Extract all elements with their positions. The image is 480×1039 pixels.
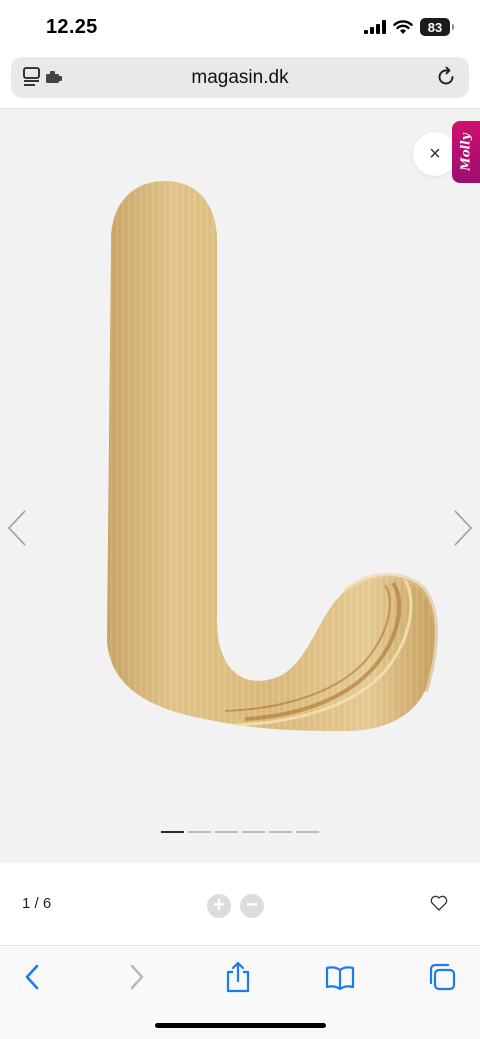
product-gallery[interactable]: × Molly bbox=[0, 108, 480, 863]
address-bar[interactable]: magasin.dk bbox=[11, 57, 469, 98]
forward-icon[interactable] bbox=[127, 961, 147, 993]
url-text[interactable]: magasin.dk bbox=[11, 67, 469, 89]
home-indicator bbox=[155, 1023, 326, 1028]
browser-toolbar bbox=[0, 947, 480, 1039]
previous-image-arrow-icon[interactable] bbox=[6, 509, 28, 547]
page-indicator-5[interactable] bbox=[269, 831, 292, 833]
page-indicator-4[interactable] bbox=[242, 831, 265, 833]
zoom-in-button[interactable]: + bbox=[207, 894, 231, 918]
product-image-wooden-hook[interactable] bbox=[95, 171, 445, 731]
page-indicator-6[interactable] bbox=[296, 831, 319, 833]
molly-chat-label: Molly bbox=[459, 133, 474, 171]
back-icon[interactable] bbox=[22, 961, 42, 993]
cellular-signal-icon bbox=[364, 20, 386, 34]
page-indicator-3[interactable] bbox=[215, 831, 238, 833]
status-icons: 83 bbox=[364, 17, 454, 37]
close-gallery-button[interactable]: × bbox=[413, 132, 457, 176]
image-counter: 1 / 6 bbox=[22, 895, 52, 912]
close-icon: × bbox=[429, 142, 441, 165]
bookmarks-icon[interactable] bbox=[325, 965, 355, 991]
battery-icon: 83 bbox=[420, 18, 454, 36]
reload-icon[interactable] bbox=[435, 66, 457, 88]
share-icon[interactable] bbox=[225, 961, 251, 993]
image-page-indicators bbox=[161, 831, 319, 833]
tabs-icon[interactable] bbox=[428, 963, 456, 991]
page-indicator-2[interactable] bbox=[188, 831, 211, 833]
molly-chat-tab[interactable]: Molly bbox=[452, 121, 480, 183]
next-image-arrow-icon[interactable] bbox=[452, 509, 474, 547]
status-time: 12.25 bbox=[46, 16, 98, 38]
page-indicator-1[interactable] bbox=[161, 831, 184, 833]
wifi-icon bbox=[393, 19, 413, 34]
heart-icon[interactable] bbox=[430, 895, 448, 911]
status-bar: 12.25 83 bbox=[0, 0, 480, 56]
gallery-info-row: 1 / 6 + − bbox=[0, 864, 480, 946]
battery-level: 83 bbox=[427, 19, 443, 35]
zoom-out-button[interactable]: − bbox=[240, 894, 264, 918]
